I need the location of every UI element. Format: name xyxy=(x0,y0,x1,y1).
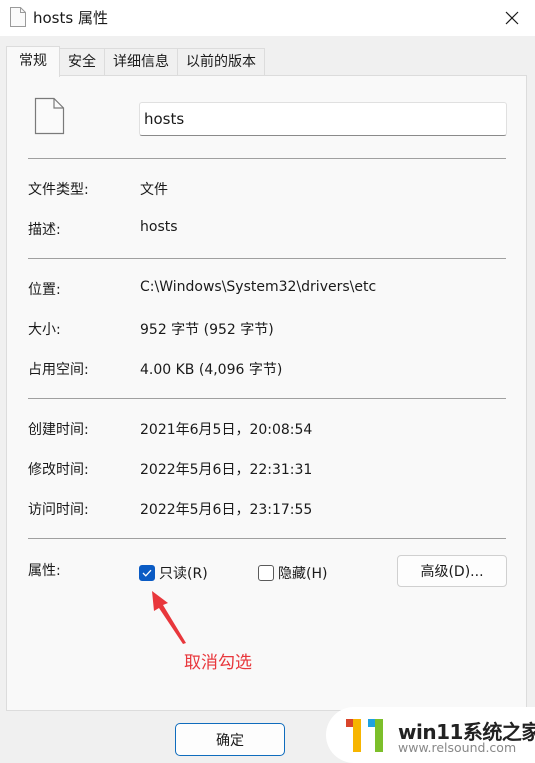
close-button[interactable] xyxy=(489,0,535,36)
checkbox-unchecked[interactable] xyxy=(258,565,274,581)
file-type-row: 文件类型: 文件 xyxy=(28,179,508,201)
modified-label: 修改时间: xyxy=(28,462,89,478)
hidden-checkbox[interactable]: 隐藏(H) xyxy=(258,563,327,583)
file-icon xyxy=(10,7,26,27)
readonly-label: 只读(R) xyxy=(159,566,208,582)
created-row: 创建时间: 2021年6月5日，20:08:54 xyxy=(28,419,508,441)
checkbox-checked[interactable] xyxy=(139,565,155,581)
created-value: 2021年6月5日，20:08:54 xyxy=(140,422,313,438)
created-label: 创建时间: xyxy=(28,422,89,438)
location-row: 位置: C:\Windows\System32\drivers\etc xyxy=(28,279,508,301)
description-value: hosts xyxy=(140,219,178,235)
size-on-disk-value: 4.00 KB (4,096 字节) xyxy=(140,362,283,378)
size-row: 大小: 952 字节 (952 字节) xyxy=(28,319,508,341)
description-row: 描述: hosts xyxy=(28,219,508,241)
tab-details[interactable]: 详细信息 xyxy=(105,48,178,76)
file-name-input[interactable] xyxy=(139,102,507,136)
file-type-label: 文件类型: xyxy=(28,182,89,198)
file-icon xyxy=(34,97,65,135)
readonly-checkbox[interactable]: 只读(R) xyxy=(139,563,208,583)
ok-button[interactable]: 确定 xyxy=(175,723,285,756)
watermark-url: www.relsound.com xyxy=(398,740,517,755)
win11-logo-icon xyxy=(346,719,383,752)
watermark: win11系统之家 www.relsound.com xyxy=(326,707,535,763)
size-on-disk-label: 占用空间: xyxy=(28,362,89,378)
accessed-label: 访问时间: xyxy=(28,502,89,518)
tab-security[interactable]: 安全 xyxy=(60,48,105,76)
tab-previous-versions[interactable]: 以前的版本 xyxy=(178,48,265,76)
file-type-value: 文件 xyxy=(140,182,168,198)
tab-general[interactable]: 常规 xyxy=(6,46,60,77)
advanced-button[interactable]: 高级(D)... xyxy=(397,555,507,587)
annotation-text: 取消勾选 xyxy=(184,653,252,673)
size-label: 大小: xyxy=(28,322,61,338)
hidden-label: 隐藏(H) xyxy=(278,566,328,582)
accessed-value: 2022年5月6日，23:17:55 xyxy=(140,502,313,518)
checkmark-icon xyxy=(142,569,152,577)
attributes-label: 属性: xyxy=(28,563,61,579)
modified-row: 修改时间: 2022年5月6日，22:31:31 xyxy=(28,459,508,481)
location-label: 位置: xyxy=(28,282,61,298)
size-on-disk-row: 占用空间: 4.00 KB (4,096 字节) xyxy=(28,359,508,381)
location-value: C:\Windows\System32\drivers\etc xyxy=(140,279,377,295)
annotation-arrow-icon xyxy=(152,591,186,644)
tab-bar: 常规 安全 详细信息 以前的版本 xyxy=(6,46,265,77)
close-icon xyxy=(505,11,519,25)
separator xyxy=(28,538,506,539)
separator xyxy=(28,398,506,399)
size-value: 952 字节 (952 字节) xyxy=(140,322,274,338)
modified-value: 2022年5月6日，22:31:31 xyxy=(140,462,313,478)
title-bar: hosts 属性 xyxy=(0,0,535,36)
window-title: hosts 属性 xyxy=(33,9,108,27)
separator xyxy=(28,258,506,259)
description-label: 描述: xyxy=(28,222,61,238)
separator xyxy=(28,158,506,159)
general-panel: 文件类型: 文件 描述: hosts 位置: C:\Windows\System… xyxy=(6,75,527,711)
accessed-row: 访问时间: 2022年5月6日，23:17:55 xyxy=(28,499,508,521)
